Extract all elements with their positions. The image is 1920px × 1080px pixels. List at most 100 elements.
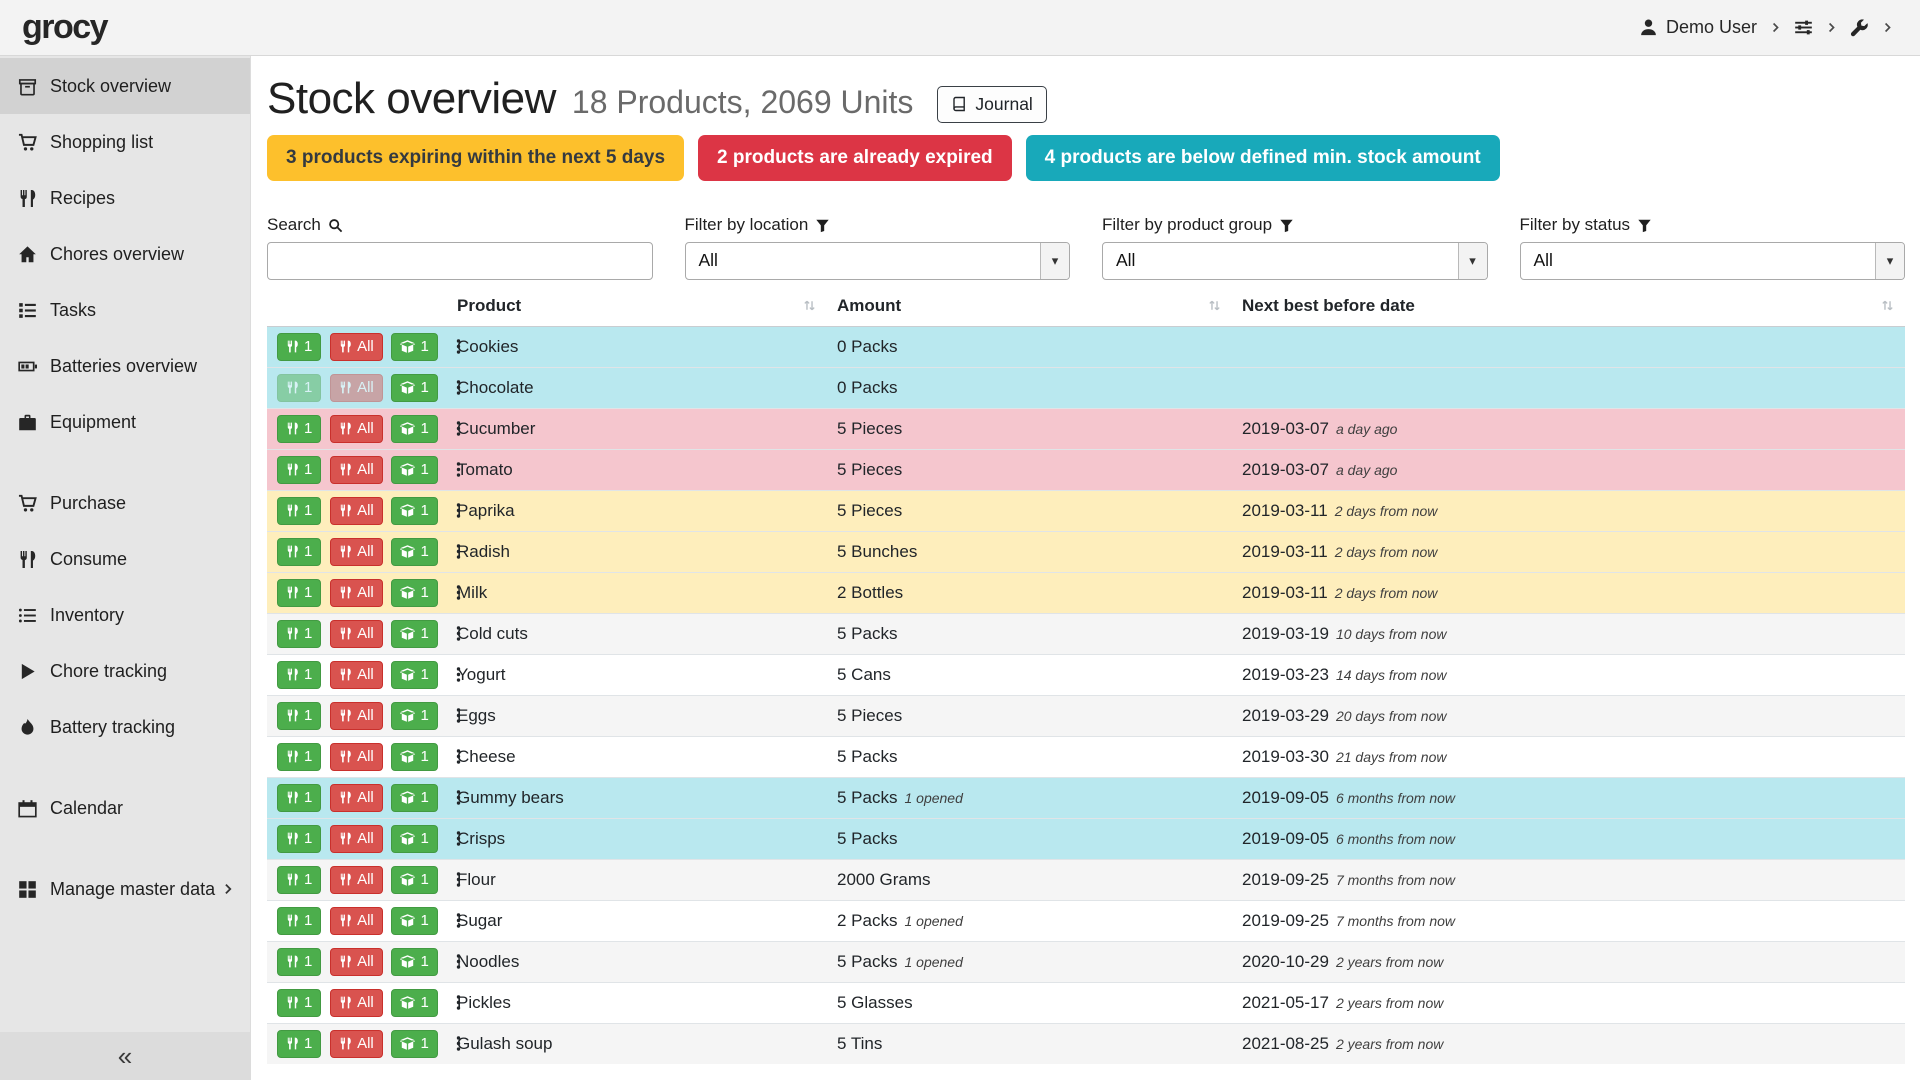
sidebar-item-batteries-overview[interactable]: Batteries overview [0,338,250,394]
consume-all-button[interactable]: All [330,825,383,853]
sidebar-item-chore-tracking[interactable]: Chore tracking [0,643,250,699]
consume-all-button[interactable]: All [330,538,383,566]
sidebar-item-purchase[interactable]: Purchase [0,475,250,531]
product-name[interactable]: Gulash soup [447,1023,827,1064]
product-group-filter-select[interactable]: All ▾ [1102,242,1488,280]
sidebar-item-battery-tracking[interactable]: Battery tracking [0,699,250,755]
sidebar-item-equipment[interactable]: Equipment [0,394,250,450]
open-one-button[interactable]: 1 [391,743,437,771]
product-name[interactable]: Tomato [447,449,827,490]
consume-all-button[interactable]: All [330,948,383,976]
product-name[interactable]: Eggs [447,695,827,736]
open-one-button[interactable]: 1 [391,907,437,935]
sidebar-item-calendar[interactable]: Calendar [0,780,250,836]
product-name[interactable]: Gummy bears [447,777,827,818]
product-name[interactable]: Yogurt [447,654,827,695]
consume-all-button[interactable]: All [330,579,383,607]
product-name[interactable]: Cucumber [447,408,827,449]
column-header-amount[interactable]: Amount [827,288,1232,327]
sidebar-item-stock-overview[interactable]: Stock overview [0,58,250,114]
product-name[interactable]: Sugar [447,900,827,941]
product-name[interactable]: Pickles [447,982,827,1023]
column-header-product[interactable]: Product [447,288,827,327]
consume-one-button[interactable]: 1 [277,1030,321,1058]
product-name[interactable]: Flour [447,859,827,900]
consume-one-button[interactable]: 1 [277,497,321,525]
sidebar-item-shopping-list[interactable]: Shopping list [0,114,250,170]
open-one-button[interactable]: 1 [391,702,437,730]
consume-one-button[interactable]: 1 [277,538,321,566]
consume-all-button[interactable]: All [330,702,383,730]
consume-one-button[interactable]: 1 [277,579,321,607]
consume-one-button[interactable]: 1 [277,661,321,689]
consume-all-button[interactable]: All [330,989,383,1017]
app-logo[interactable]: grocy [22,8,107,47]
consume-one-button[interactable]: 1 [277,415,321,443]
consume-all-button[interactable]: All [330,784,383,812]
product-name[interactable]: Cold cuts [447,613,827,654]
open-one-button[interactable]: 1 [391,866,437,894]
open-one-button[interactable]: 1 [391,456,437,484]
settings-menu[interactable] [1794,18,1813,37]
consume-all-button[interactable]: All [330,866,383,894]
badge-below-min-stock[interactable]: 4 products are below defined min. stock … [1026,135,1500,181]
column-header-best-before[interactable]: Next best before date [1232,288,1905,327]
open-one-button[interactable]: 1 [391,333,437,361]
admin-menu[interactable] [1850,18,1869,37]
sidebar-item-manage-master-data[interactable]: Manage master data [0,861,250,917]
consume-all-button[interactable]: All [330,743,383,771]
open-one-button[interactable]: 1 [391,661,437,689]
sidebar-item-tasks[interactable]: Tasks [0,282,250,338]
product-name[interactable]: Cookies [447,326,827,367]
open-one-button[interactable]: 1 [391,374,437,402]
open-one-button[interactable]: 1 [391,538,437,566]
consume-all-button[interactable]: All [330,497,383,525]
consume-all-button[interactable]: All [330,1030,383,1058]
product-name[interactable]: Cheese [447,736,827,777]
product-name[interactable]: Radish [447,531,827,572]
consume-all-button[interactable]: All [330,620,383,648]
sidebar-item-consume[interactable]: Consume [0,531,250,587]
sidebar-item-recipes[interactable]: Recipes [0,170,250,226]
consume-all-button[interactable]: All [330,907,383,935]
consume-one-button[interactable]: 1 [277,989,321,1017]
consume-all-button[interactable]: All [330,333,383,361]
open-one-button[interactable]: 1 [391,989,437,1017]
consume-one-button[interactable]: 1 [277,825,321,853]
open-one-button[interactable]: 1 [391,784,437,812]
consume-all-button[interactable]: All [330,456,383,484]
product-name[interactable]: Paprika [447,490,827,531]
consume-all-button[interactable]: All [330,415,383,443]
badge-expired[interactable]: 2 products are already expired [698,135,1012,181]
product-name[interactable]: Milk [447,572,827,613]
consume-one-button[interactable]: 1 [277,784,321,812]
open-one-button[interactable]: 1 [391,948,437,976]
open-one-button[interactable]: 1 [391,620,437,648]
sidebar-item-inventory[interactable]: Inventory [0,587,250,643]
badge-expiring[interactable]: 3 products expiring within the next 5 da… [267,135,684,181]
sidebar-item-chores-overview[interactable]: Chores overview [0,226,250,282]
product-name[interactable]: Noodles [447,941,827,982]
consume-one-button[interactable]: 1 [277,702,321,730]
open-one-button[interactable]: 1 [391,415,437,443]
consume-one-button[interactable]: 1 [277,743,321,771]
consume-one-button[interactable]: 1 [277,620,321,648]
status-filter-select[interactable]: All ▾ [1520,242,1906,280]
consume-one-button[interactable]: 1 [277,907,321,935]
search-input[interactable] [267,242,653,280]
consume-one-button[interactable]: 1 [277,866,321,894]
consume-one-button[interactable]: 1 [277,456,321,484]
consume-one-button[interactable]: 1 [277,333,321,361]
product-name[interactable]: Crisps [447,818,827,859]
open-one-button[interactable]: 1 [391,1030,437,1058]
sidebar-collapse-button[interactable]: « [0,1032,250,1080]
open-one-button[interactable]: 1 [391,825,437,853]
location-filter-select[interactable]: All ▾ [685,242,1071,280]
consume-one-button[interactable]: 1 [277,374,321,402]
open-one-button[interactable]: 1 [391,579,437,607]
journal-button[interactable]: Journal [937,86,1046,123]
consume-all-button[interactable]: All [330,374,383,402]
consume-all-button[interactable]: All [330,661,383,689]
consume-one-button[interactable]: 1 [277,948,321,976]
product-name[interactable]: Chocolate [447,367,827,408]
